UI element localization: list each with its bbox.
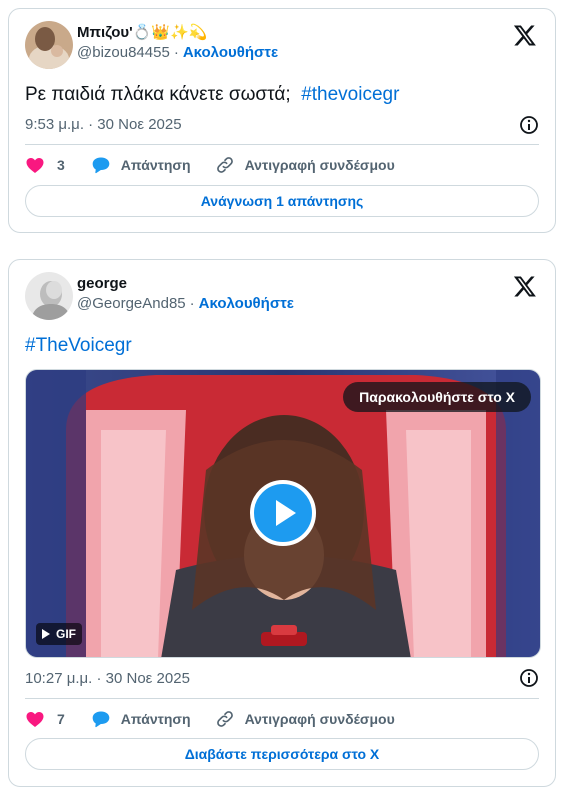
follow-button[interactable]: Ακολουθήστε (199, 295, 294, 312)
like-button[interactable]: 7 (25, 709, 65, 729)
like-button[interactable]: 3 (25, 155, 65, 175)
follow-button[interactable]: Ακολουθήστε (183, 44, 278, 61)
heart-icon (26, 158, 44, 173)
tweet-card: Μπιζου'💍👑✨💫 @bizou84455 · Ακολουθήστε Ρε π… (8, 8, 556, 233)
display-name[interactable]: Μπιζου'💍👑✨💫 (77, 23, 278, 43)
tweet-body: Ρε παιδιά πλάκα κάνετε σωστά; (25, 84, 291, 105)
hashtag-link[interactable]: #thevoicegr (301, 84, 399, 105)
x-logo-icon[interactable] (513, 23, 537, 47)
tweet-text: Ρε παιδιά πλάκα κάνετε σωστά; #thevoiceg… (25, 82, 399, 108)
link-icon (216, 711, 233, 727)
gif-badge: GIF (36, 623, 82, 645)
read-replies-button[interactable]: Ανάγνωση 1 απάντησης (25, 185, 539, 217)
action-bar: 3 Απάντηση Αντιγραφή συνδέσμου (25, 153, 395, 177)
timestamp[interactable]: 9:53 μ.μ. · 30 Νοε 2025 (25, 115, 182, 135)
action-bar: 7 Απάντηση Αντιγραφή συνδέσμου (25, 707, 395, 731)
reply-label: Απάντηση (120, 157, 191, 173)
play-button[interactable] (250, 480, 316, 546)
avatar[interactable] (25, 21, 73, 69)
link-icon (216, 157, 233, 173)
reply-label: Απάντηση (120, 711, 191, 727)
read-more-button[interactable]: Διαβάστε περισσότερα στο X (25, 738, 539, 770)
info-icon[interactable] (519, 668, 539, 688)
like-count: 7 (57, 711, 65, 727)
divider (25, 144, 539, 145)
info-icon[interactable] (519, 115, 539, 135)
copy-link-label: Αντιγραφή συνδέσμου (244, 157, 395, 173)
watch-on-x-button[interactable]: Παρακολουθήστε στο X (343, 382, 531, 412)
separator: · (173, 44, 179, 61)
heart-icon (26, 712, 44, 727)
x-logo-icon[interactable] (513, 274, 537, 298)
copy-link-button[interactable]: Αντιγραφή συνδέσμου (215, 155, 395, 175)
display-name[interactable]: george (77, 274, 294, 294)
handle[interactable]: @GeorgeAnd85 (77, 295, 186, 312)
like-count: 3 (57, 157, 65, 173)
play-small-icon (42, 629, 50, 639)
reply-bubble-icon (92, 711, 110, 728)
handle[interactable]: @bizou84455 (77, 44, 170, 61)
timestamp[interactable]: 10:27 μ.μ. · 30 Νοε 2025 (25, 669, 190, 689)
tweet-card: george @GeorgeAnd85 · Ακολουθήστε #TheVoic… (8, 259, 556, 787)
video-player[interactable]: Παρακολουθήστε στο X GIF (25, 369, 541, 658)
play-icon (276, 500, 296, 526)
reply-button[interactable]: Απάντηση (91, 709, 191, 729)
gif-label: GIF (56, 627, 76, 641)
copy-link-label: Αντιγραφή συνδέσμου (244, 711, 395, 727)
reply-button[interactable]: Απάντηση (91, 155, 191, 175)
tweet-text: #TheVoicegr (25, 333, 132, 359)
avatar[interactable] (25, 272, 73, 320)
copy-link-button[interactable]: Αντιγραφή συνδέσμου (215, 709, 395, 729)
hashtag-link[interactable]: #TheVoicegr (25, 335, 132, 356)
separator: · (189, 295, 195, 312)
reply-bubble-icon (92, 157, 110, 174)
divider (25, 698, 539, 699)
